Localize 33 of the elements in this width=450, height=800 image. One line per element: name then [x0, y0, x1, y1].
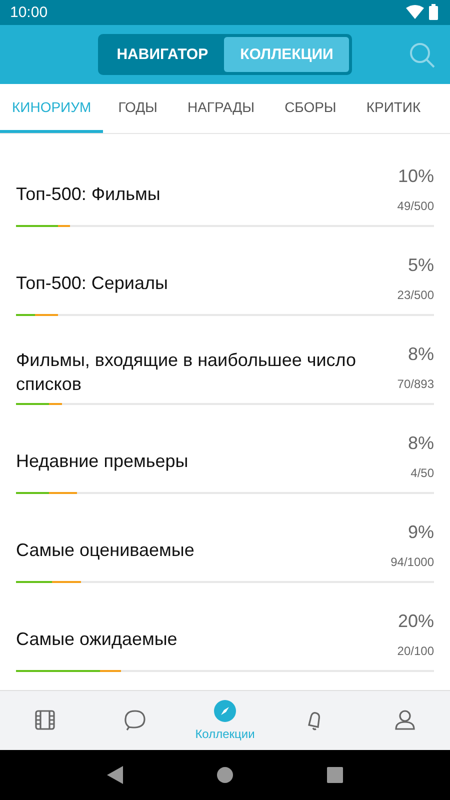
segment-button[interactable]: НАВИГАТОР — [100, 36, 224, 72]
collection-title[interactable]: Фильмы, входящие в наибольшее число списков — [16, 348, 366, 396]
person-icon — [393, 708, 417, 732]
count-label: 70/893 — [397, 377, 434, 392]
tab[interactable]: НАГРАДЫ — [172, 84, 270, 133]
collection-title[interactable]: Топ-500: Фильмы — [16, 182, 160, 206]
percent-label: 20% — [397, 611, 434, 632]
tab[interactable]: СБОРЫ — [270, 84, 352, 133]
percent-label: 5% — [406, 255, 434, 276]
count-label: 94/1000 — [390, 555, 434, 570]
percent-label: 9% — [406, 522, 434, 544]
collection-title[interactable]: Недавние премьеры — [16, 448, 188, 473]
chat-icon — [123, 708, 147, 732]
percent-label: 8% — [408, 433, 434, 454]
count-label: 4/50 — [410, 466, 434, 480]
collection-title[interactable]: Самые оцениваемые — [16, 538, 194, 562]
percent-label: 8% — [406, 344, 434, 366]
tab[interactable]: ГОДЫ — [103, 84, 172, 133]
battery-icon — [429, 4, 438, 20]
tab[interactable]: КРИТИК — [351, 84, 436, 133]
collection-title[interactable]: Топ-500: Сериалы — [16, 270, 168, 295]
recents-button[interactable] — [327, 766, 344, 783]
count-label: 49/500 — [397, 199, 434, 214]
count-label: 23/500 — [397, 288, 434, 302]
count-label: 20/100 — [397, 644, 434, 658]
wifi-icon — [406, 5, 424, 20]
collection-title[interactable]: Самые ожидаемые — [16, 626, 178, 651]
compass-icon — [213, 699, 237, 724]
home-button[interactable] — [216, 766, 234, 784]
percent-label: 10% — [397, 166, 434, 188]
film-icon — [33, 708, 57, 732]
back-button[interactable] — [106, 766, 123, 784]
status-time: 10:00 — [10, 4, 48, 21]
